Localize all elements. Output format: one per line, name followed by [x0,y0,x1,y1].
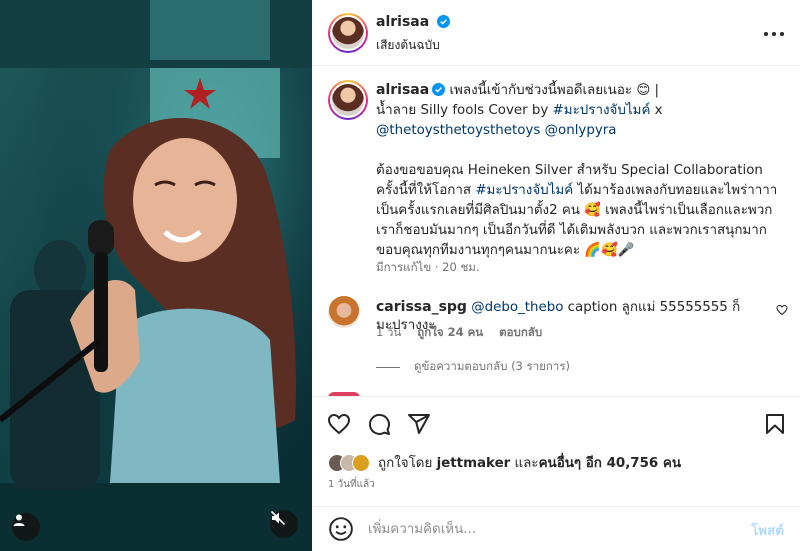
more-options-icon[interactable] [764,24,784,44]
caption-meta: มีการแก้ไข · 20 ชม. [376,260,480,274]
mute-button[interactable] [270,510,298,538]
mention-link[interactable]: @debo_thebo [471,300,563,315]
caption-author-avatar[interactable] [328,80,368,120]
author-username-row[interactable]: alrisaa [376,14,451,30]
commenter-avatar[interactable] [328,296,360,328]
post-header: alrisaa เสียงต้นฉบับ [312,0,800,66]
tagged-users-button[interactable] [12,513,40,541]
likes-summary[interactable]: ถูกใจโดย jettmaker และคนอื่นๆ อีก 40,756… [328,452,681,473]
caption-line1: เพลงนี้เข้ากับช่วงนี้พอดีเลยเนอะ 😊 | [449,83,660,98]
author-username[interactable]: alrisaa [376,14,429,30]
caption-line2: น้ำลาย Silly fools Cover by [376,103,553,118]
comment-time: 1 วัน [376,325,402,339]
media-image [0,0,312,551]
bookmark-icon [766,414,784,434]
post-date[interactable]: 1 วันที่แล้ว [328,477,375,492]
share-button[interactable] [406,411,432,437]
save-button[interactable] [762,411,788,437]
comment-likes[interactable]: ถูกใจ 24 คน [417,324,483,342]
author-avatar[interactable] [328,13,368,53]
audio-link[interactable]: เสียงต้นฉบับ [376,36,440,55]
user-icon [13,514,25,526]
view-replies-label[interactable]: ดูข้อความตอบกลับ (3 รายการ) [414,358,570,376]
mention-link[interactable]: @onlypyra [545,123,617,138]
hashtag-link[interactable]: #มะปรางจับไมค์ [475,183,573,198]
comments-section[interactable]: alrisaa เพลงนี้เข้ากับช่วงนี้พอดีเลยเนอะ… [312,66,800,396]
heart-icon [327,413,351,435]
paper-plane-icon [408,414,430,434]
commenter-username[interactable]: carissa_spg [376,299,467,315]
likes-conjunction: และ [510,456,539,471]
comment-bubble-icon [368,413,390,435]
comment-composer: โพสต์ [312,506,800,551]
replies-divider [376,366,400,368]
post-panel: alrisaa เสียงต้นฉบับ alrisaa เพลงนี้เข้า… [312,0,800,551]
post-comment-button[interactable]: โพสต์ [751,520,784,541]
first-liker-username[interactable]: jettmaker [437,456,511,471]
likes-text: ถูกใจโดย jettmaker และคนอื่นๆ อีก 40,756… [378,452,681,473]
hashtag-link[interactable]: #มะปรางจับไมค์ [553,103,651,118]
comment-meta: 1 วัน ถูกใจ 24 คน ตอบกลับ [376,324,542,342]
view-replies-button[interactable]: ดูข้อความตอบกลับ (3 รายการ) [376,358,570,376]
like-button[interactable] [326,411,352,437]
comment-button[interactable] [366,411,392,437]
comment-input[interactable] [368,517,728,541]
caption-text: alrisaa เพลงนี้เข้ากับช่วงนี้พอดีเลยเนอะ… [376,80,788,261]
caption-username[interactable]: alrisaa [376,82,429,98]
likes-prefix: ถูกใจโดย [378,456,437,471]
comment-like-heart-icon[interactable] [776,304,788,316]
likes-count[interactable]: คนอื่นๆ อีก 40,756 คน [539,456,681,471]
liker-avatar [352,453,370,472]
emoji-icon[interactable] [328,516,354,542]
speaker-muted-icon [270,510,286,526]
reply-button[interactable]: ตอบกลับ [499,324,542,342]
verified-badge-icon [432,83,446,96]
mention-link[interactable]: @thetoysthetoysthetoys [376,123,540,138]
post-media[interactable] [0,0,312,551]
verified-badge-icon [437,15,451,28]
post-actions [312,396,800,444]
caption-text-fragment: x [650,103,663,118]
